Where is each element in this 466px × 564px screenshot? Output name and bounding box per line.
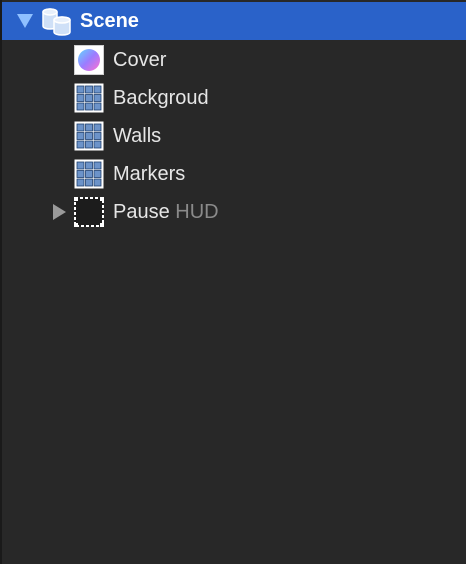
outline-row-label: Scene	[80, 10, 139, 32]
scene-outline-panel: Scene Cover Backgroud Walls Markers Paus…	[2, 0, 466, 564]
sprite-sphere-icon	[74, 45, 104, 75]
outline-row-walls[interactable]: Walls	[2, 117, 466, 155]
node-type-suffix: HUD	[175, 201, 219, 223]
disclosure-expanded-icon[interactable]	[16, 12, 34, 30]
outline-row-label: Cover	[113, 49, 167, 71]
node-frame-icon	[74, 197, 104, 227]
outline-row-markers[interactable]: Markers	[2, 155, 466, 193]
node-name: Pause	[113, 201, 170, 223]
outline-row-label: Backgroud	[113, 87, 209, 109]
outline-row-label: Walls	[113, 125, 162, 147]
outline-row-label: Pause HUD	[113, 193, 219, 231]
outline-row-pause[interactable]: Pause HUD	[2, 193, 466, 231]
outline-row-label: Markers	[113, 163, 186, 185]
tilemap-grid-icon	[74, 159, 104, 189]
tilemap-grid-icon	[74, 121, 104, 151]
scene-stack-icon	[40, 6, 71, 36]
disclosure-collapsed-icon[interactable]	[50, 203, 68, 221]
outline-row-backgroud[interactable]: Backgroud	[2, 79, 466, 117]
tilemap-grid-icon	[74, 83, 104, 113]
outline-row-scene[interactable]: Scene	[2, 2, 466, 40]
outline-row-cover[interactable]: Cover	[2, 41, 466, 79]
